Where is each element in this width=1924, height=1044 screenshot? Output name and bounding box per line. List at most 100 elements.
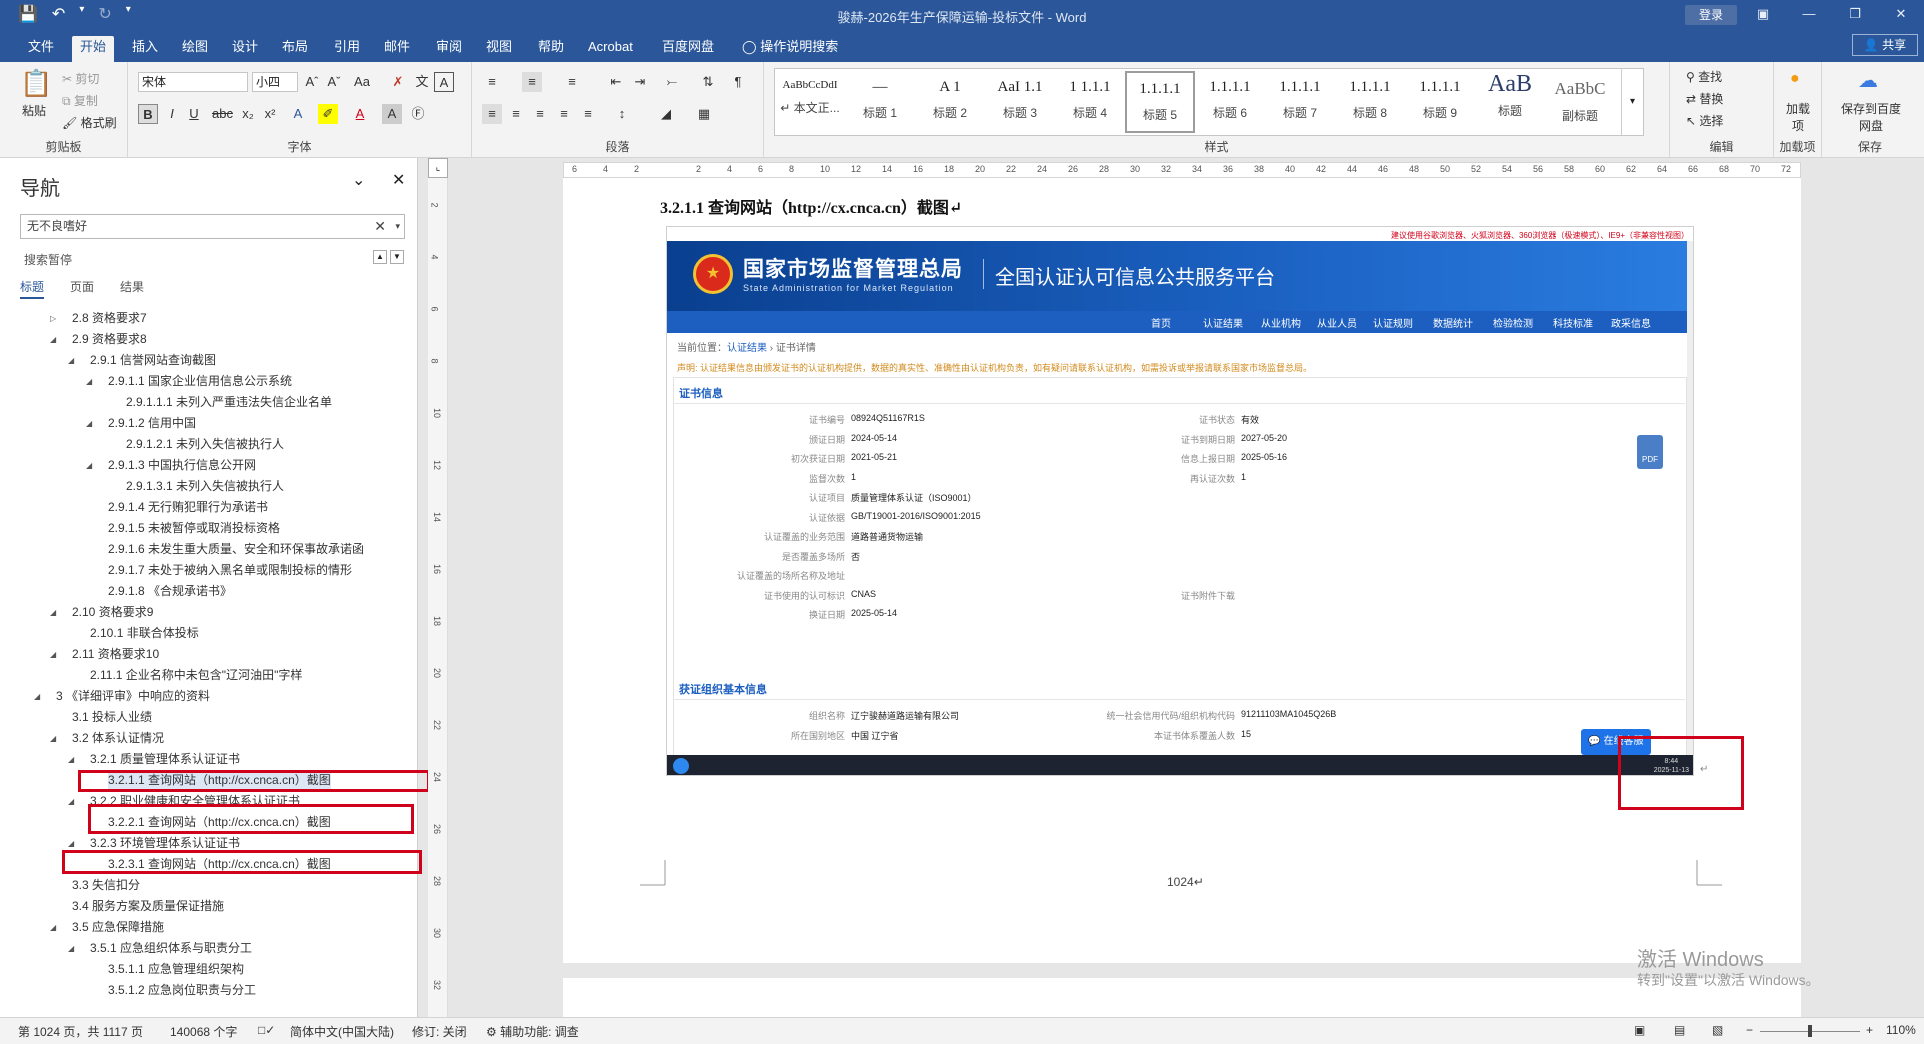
language[interactable]: 简体中文(中国大陆): [290, 1023, 394, 1040]
read-mode-icon[interactable]: ▣: [1634, 1023, 1645, 1037]
grow-font-icon[interactable]: Aˆ: [302, 72, 322, 92]
collapse-icon[interactable]: ◢: [50, 329, 56, 350]
tab-references[interactable]: 引用: [326, 36, 368, 62]
nav-heading-item[interactable]: 2.9.1.3.1 未列入失信被执行人: [0, 476, 415, 497]
nav-heading-item[interactable]: ◢ 2.9.1 信誉网站查询截图: [0, 350, 415, 371]
nav-heading-item[interactable]: 3.5.1.1 应急管理组织架构: [0, 959, 415, 980]
nav-heading-item[interactable]: 3.3 失信扣分: [0, 875, 415, 896]
collapse-icon[interactable]: ◢: [50, 602, 56, 623]
nav-heading-item[interactable]: 2.9.1.8 《合规承诺书》: [0, 581, 415, 602]
tab-review[interactable]: 审阅: [428, 36, 470, 62]
prev-result-icon[interactable]: ▲: [373, 250, 387, 264]
nav-heading-item[interactable]: 3.5.1.2 应急岗位职责与分工: [0, 980, 415, 1001]
site-nav-item[interactable]: 认证规则: [1373, 315, 1413, 330]
undo-dropdown-icon[interactable]: ▾: [79, 4, 84, 24]
style-item[interactable]: 1.1.1.1 标题 9: [1405, 71, 1475, 133]
strikethrough-icon[interactable]: abc: [212, 104, 233, 124]
style-item-selected[interactable]: 1.1.1.1 标题 5: [1125, 71, 1195, 133]
next-page[interactable]: [563, 978, 1801, 1018]
save-to-baidu-button[interactable]: 保存到百度网盘: [1836, 100, 1906, 134]
ribbon-display-icon[interactable]: ▣: [1740, 0, 1786, 30]
nav-heading-item[interactable]: ◢ 2.10 资格要求9: [0, 602, 415, 623]
justify-icon[interactable]: ≡: [554, 104, 574, 124]
expand-icon[interactable]: ▷: [50, 308, 56, 329]
style-item[interactable]: AaB 标题: [1475, 71, 1545, 133]
accessibility-status[interactable]: ⚙ 辅助功能: 调查: [486, 1023, 579, 1040]
close-icon[interactable]: ✕: [1878, 0, 1924, 30]
nav-heading-item[interactable]: 2.9.1.5 未被暂停或取消投标资格: [0, 518, 415, 539]
style-item[interactable]: AaBbC 副标题: [1545, 71, 1615, 133]
nav-heading-item[interactable]: ◢ 3.5 应急保障措施: [0, 917, 415, 938]
site-nav-item[interactable]: 政采信息: [1611, 315, 1651, 330]
character-border-icon[interactable]: A: [434, 72, 454, 92]
nav-tab-pages[interactable]: 页面: [70, 278, 94, 299]
style-item[interactable]: AaBbCcDdI ↵ 本文正...: [775, 71, 845, 133]
site-nav-item[interactable]: 检验检测: [1493, 315, 1533, 330]
proofing-icon[interactable]: □✓: [258, 1023, 275, 1037]
nav-heading-item[interactable]: 2.9.1.4 无行贿犯罪行为承诺书: [0, 497, 415, 518]
style-item[interactable]: 1.1.1.1 标题 7: [1265, 71, 1335, 133]
style-item[interactable]: 1 1.1.1 标题 4: [1055, 71, 1125, 133]
search-dropdown-icon[interactable]: ▾: [395, 215, 400, 238]
cloud-icon[interactable]: ☁: [1858, 68, 1878, 93]
align-right-icon[interactable]: ≡: [530, 104, 550, 124]
tab-file[interactable]: 文件: [20, 36, 62, 62]
find-button[interactable]: ⚲ 查找: [1686, 68, 1722, 85]
tab-insert[interactable]: 插入: [124, 36, 166, 62]
tab-design[interactable]: 设计: [224, 36, 266, 62]
superscript-icon[interactable]: x²: [260, 104, 280, 124]
show-marks-icon[interactable]: ¶: [728, 72, 748, 92]
zoom-in-icon[interactable]: +: [1866, 1023, 1873, 1037]
zoom-out-icon[interactable]: −: [1746, 1023, 1753, 1037]
zoom-level[interactable]: 110%: [1886, 1023, 1916, 1037]
sort-icon[interactable]: ⇅: [698, 72, 718, 92]
highlight-icon[interactable]: ✐: [318, 104, 338, 124]
style-item[interactable]: 1.1.1.1 标题 6: [1195, 71, 1265, 133]
nav-heading-item[interactable]: 2.10.1 非联合体投标: [0, 623, 415, 644]
save-icon[interactable]: 💾: [18, 4, 38, 24]
web-layout-icon[interactable]: ▧: [1712, 1023, 1723, 1037]
change-case-icon[interactable]: Aa: [352, 72, 372, 92]
doc-heading[interactable]: 3.2.1.1 查询网站（http://cx.cnca.cn）截图↵: [660, 194, 962, 218]
site-nav-item[interactable]: 从业机构: [1261, 315, 1301, 330]
collapse-icon[interactable]: ◢: [86, 413, 92, 434]
font-color-icon[interactable]: A: [350, 104, 370, 124]
chinese-layout-icon[interactable]: ⤚: [662, 72, 682, 92]
tell-me-search[interactable]: ◯ 操作说明搜索: [734, 36, 846, 62]
multilevel-list-icon[interactable]: ≡: [562, 72, 582, 92]
numbering-icon[interactable]: ≡: [522, 72, 542, 92]
tab-layout[interactable]: 布局: [274, 36, 316, 62]
collapse-icon[interactable]: ◢: [68, 350, 74, 371]
decrease-indent-icon[interactable]: ⇤: [606, 72, 626, 92]
next-result-icon[interactable]: ▼: [390, 250, 404, 264]
paste-button[interactable]: 粘贴: [22, 102, 46, 119]
font-size-select[interactable]: 小四: [252, 72, 298, 92]
distributed-icon[interactable]: ≡: [578, 104, 598, 124]
font-name-select[interactable]: 宋体: [138, 72, 248, 92]
nav-heading-item[interactable]: 2.11.1 企业名称中未包含"辽河油田"字样: [0, 665, 415, 686]
collapse-icon[interactable]: ◢: [50, 728, 56, 749]
collapse-icon[interactable]: ◢: [86, 371, 92, 392]
nav-heading-item[interactable]: 3.1 投标人业绩: [0, 707, 415, 728]
bullets-icon[interactable]: ≡: [482, 72, 502, 92]
styles-more-icon[interactable]: ▾: [1621, 69, 1643, 135]
tab-baidu-netdisk[interactable]: 百度网盘: [654, 36, 722, 62]
tab-selector-icon[interactable]: ⌞: [428, 158, 448, 178]
nav-heading-item[interactable]: 2.9.1.6 未发生重大质量、安全和环保事故承诺函: [0, 539, 415, 560]
align-left-icon[interactable]: ≡: [482, 104, 502, 124]
nav-tab-results[interactable]: 结果: [120, 278, 144, 299]
share-button[interactable]: 👤 共享: [1852, 34, 1918, 56]
nav-tab-headings[interactable]: 标题: [20, 278, 45, 299]
nav-heading-item[interactable]: ◢ 2.9.1.2 信用中国: [0, 413, 415, 434]
site-nav-item[interactable]: 数据统计: [1433, 315, 1473, 330]
nav-heading-item[interactable]: 2.9.1.2.1 未列入失信被执行人: [0, 434, 415, 455]
tab-view[interactable]: 视图: [478, 36, 520, 62]
tab-acrobat[interactable]: Acrobat: [580, 36, 641, 62]
nav-heading-item[interactable]: ◢ 2.11 资格要求10: [0, 644, 415, 665]
line-spacing-icon[interactable]: ↕: [612, 104, 632, 124]
site-nav-item[interactable]: 科技标准: [1553, 315, 1593, 330]
clear-formatting-icon[interactable]: ✗: [388, 72, 408, 92]
enclose-characters-icon[interactable]: Ⓕ: [408, 104, 428, 124]
style-item[interactable]: 1.1.1.1 标题 8: [1335, 71, 1405, 133]
undo-icon[interactable]: ↶: [52, 4, 65, 24]
